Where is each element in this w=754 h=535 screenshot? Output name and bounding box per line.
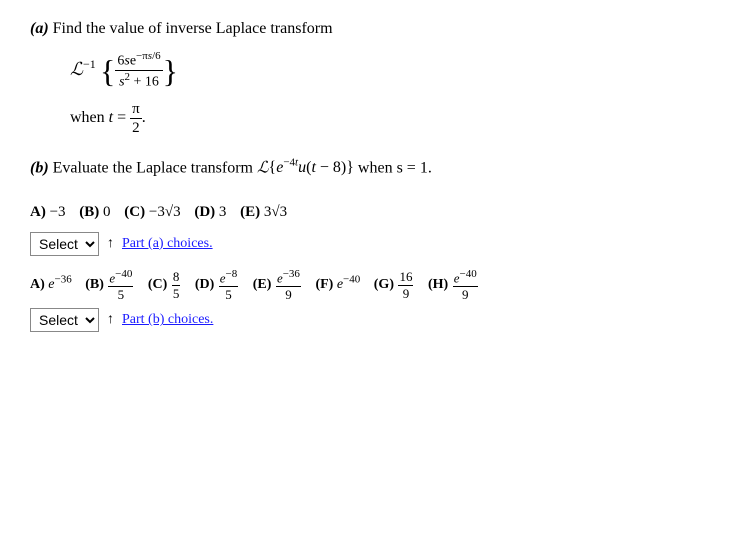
choice-b-g-label: (G) [374, 277, 394, 292]
fraction-denominator: s2 + 16 [117, 71, 161, 91]
part-b-heading: (b) Evaluate the Laplace transform ℒ{e−4… [30, 155, 724, 181]
exp-numer: −πs/6 [136, 50, 161, 62]
part-b-choices-link[interactable]: Part (b) choices. [122, 312, 213, 328]
part-a-choices: A) −3 (B) 0 (C) −3√3 (D) 3 (E) 3√3 [30, 199, 724, 226]
part-a-text: Find the value of inverse Laplace transf… [53, 20, 333, 37]
when-line: when t = π 2 . [70, 100, 724, 137]
choice-b-e-label: (E) [253, 277, 272, 292]
laplace-fraction: 6se−πs/6 s2 + 16 [115, 50, 162, 92]
choice-b-d-label: (D) [195, 277, 214, 292]
part-b-select-row: Select A B C D E F G H ↑ Part (b) choice… [30, 308, 724, 332]
choice-b-f-item: (F) e−40 [315, 277, 363, 292]
choice-b-h-label: (H) [428, 277, 448, 292]
choice-b-d-frac: e−8 5 [219, 268, 239, 303]
choice-b-c-frac: 8 5 [172, 269, 181, 301]
part-b-bold: (b) [30, 159, 49, 176]
part-b-uparrow: ↑ [107, 312, 114, 328]
choice-b-h-item: (H) e−40 9 [428, 277, 479, 292]
choice-e-item: (E) 3√3 [240, 204, 287, 220]
left-brace: { [100, 55, 115, 87]
part-b-select[interactable]: Select A B C D E F G H [30, 308, 99, 332]
choice-b-g-item: (G) 16 9 [374, 277, 418, 292]
choice-c-label: (C) [124, 204, 145, 220]
t-value: π 2 [130, 100, 142, 137]
part-a-uparrow: ↑ [107, 236, 114, 252]
choice-c-item: (C) −3√3 [124, 204, 184, 220]
choice-a-label: A) [30, 204, 46, 220]
choice-b-b-label: (B) [85, 277, 104, 292]
choice-d-item: (D) 3 [194, 204, 230, 220]
brace-expression: { 6se−πs/6 s2 + 16 } [100, 50, 178, 92]
choice-d-label: (D) [194, 204, 215, 220]
part-b-expr: {e−4tu(t − 8)} [269, 159, 354, 176]
part-a-heading: (a) Find the value of inverse Laplace tr… [30, 20, 724, 38]
part-b-text: Evaluate the Laplace transform [53, 159, 253, 176]
choice-b-label: (B) [79, 204, 99, 220]
choice-e-label: (E) [240, 204, 260, 220]
choice-b-e-item: (E) e−36 9 [253, 277, 306, 292]
choice-b-g-frac: 16 9 [398, 269, 413, 301]
part-b-choices: A) e−36 (B) e−40 5 (C) 8 5 (D) e−8 5 (E)… [30, 268, 724, 303]
choice-b-b-frac: e−40 5 [108, 268, 133, 303]
right-brace: } [163, 55, 178, 87]
laplace-expression: ℒ−1 { 6se−πs/6 s2 + 16 } [70, 50, 724, 92]
choice-b-a-label: A) [30, 277, 45, 292]
part-b-when: when s = 1. [358, 159, 432, 176]
choice-b-c-label: (C) [148, 277, 167, 292]
choice-b-b-item: (B) e−40 5 [85, 277, 138, 292]
inverse-exponent: −1 [83, 57, 96, 71]
choice-b-d-item: (D) e−8 5 [195, 277, 243, 292]
laplace-symbol: ℒ [70, 59, 83, 79]
choice-b-h-frac: e−40 9 [453, 268, 478, 303]
choice-a-item: A) −3 [30, 204, 69, 220]
choice-b-item: (B) 0 [79, 204, 114, 220]
laplace-b-symbol: ℒ [257, 159, 269, 176]
choice-b-f-label: (F) [315, 277, 333, 292]
choice-b-a-item: A) e−36 [30, 277, 75, 292]
choice-b-c-item: (C) 8 5 [148, 277, 185, 292]
choice-b-e-frac: e−36 9 [276, 268, 301, 303]
part-a-select[interactable]: Select A B C D E [30, 232, 99, 256]
part-a-bold: (a) [30, 20, 49, 37]
part-a-choices-link[interactable]: Part (a) choices. [122, 236, 213, 252]
fraction-numerator: 6se−πs/6 [115, 50, 162, 71]
part-a: (a) Find the value of inverse Laplace tr… [30, 20, 724, 137]
part-b: (b) Evaluate the Laplace transform ℒ{e−4… [30, 155, 724, 181]
part-a-select-row: Select A B C D E ↑ Part (a) choices. [30, 232, 724, 256]
